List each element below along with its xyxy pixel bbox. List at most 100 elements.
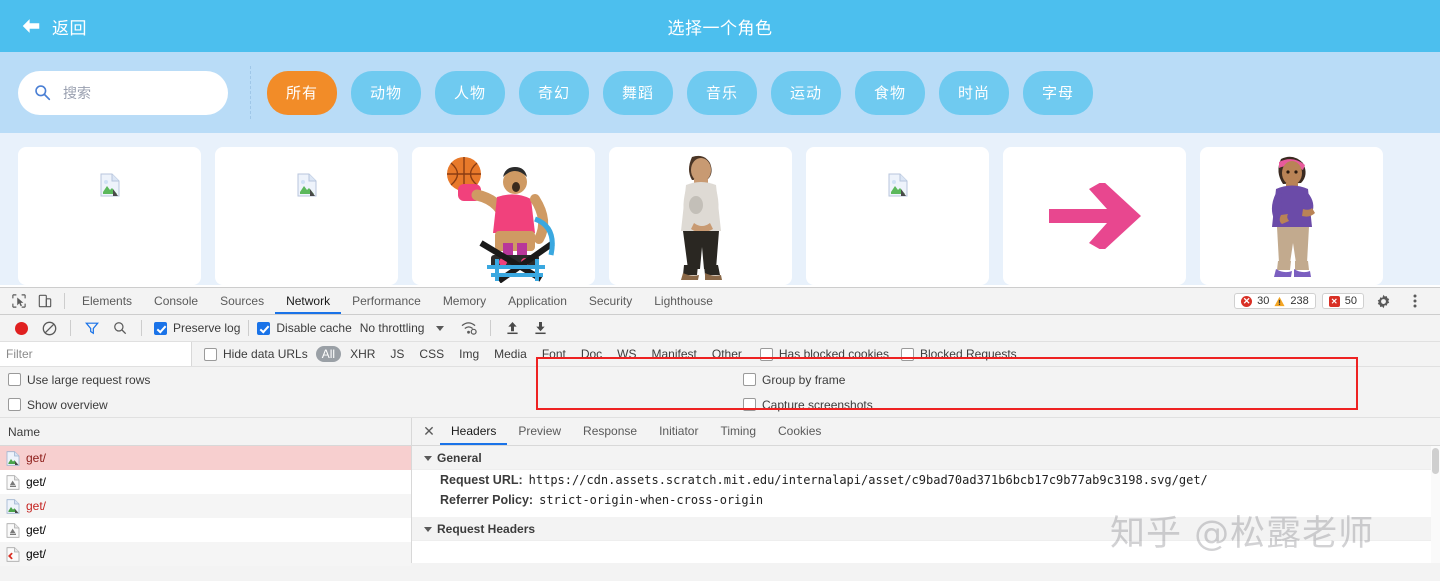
- category-pill-letters[interactable]: 字母: [1023, 70, 1093, 115]
- tab-performance[interactable]: Performance: [341, 288, 432, 314]
- category-pill-fantasy[interactable]: 奇幻: [519, 70, 589, 115]
- filter-input[interactable]: [0, 342, 192, 366]
- script-file-icon: [6, 522, 20, 538]
- category-pill-people[interactable]: 人物: [435, 70, 505, 115]
- record-button[interactable]: [8, 316, 34, 340]
- request-headers-section-header[interactable]: Request Headers: [412, 517, 1440, 541]
- category-pill-all[interactable]: 所有: [267, 70, 337, 115]
- filter-type-js[interactable]: JS: [384, 346, 410, 362]
- detail-tab-cookies[interactable]: Cookies: [767, 418, 832, 445]
- show-overview-checkbox[interactable]: Show overview: [8, 398, 108, 412]
- request-list-header[interactable]: Name: [0, 418, 411, 446]
- search-box[interactable]: [18, 70, 228, 115]
- filter-type-media[interactable]: Media: [488, 346, 533, 362]
- tab-memory[interactable]: Memory: [432, 288, 497, 314]
- tab-network[interactable]: Network: [275, 288, 341, 314]
- sprite-card[interactable]: [215, 147, 398, 285]
- table-row[interactable]: get/: [0, 518, 411, 542]
- sprite-card[interactable]: [609, 147, 792, 285]
- throttling-select[interactable]: No throttling: [360, 321, 425, 335]
- filter-type-xhr[interactable]: XHR: [344, 346, 381, 362]
- sprite-card[interactable]: [806, 147, 989, 285]
- table-row[interactable]: get/: [0, 470, 411, 494]
- preserve-log-checkbox[interactable]: Preserve log: [154, 321, 240, 335]
- resource-type-filters: All XHR JS CSS Img Media Font Doc WS Man…: [315, 346, 748, 362]
- tab-sources[interactable]: Sources: [209, 288, 275, 314]
- filter-toggle-button[interactable]: [79, 316, 105, 340]
- category-pill-music[interactable]: 音乐: [687, 70, 757, 115]
- category-label: 时尚: [957, 85, 990, 102]
- blocked-requests-label: Blocked Requests: [919, 347, 1017, 361]
- scrollbar-thumb[interactable]: [1432, 448, 1439, 474]
- chevron-down-icon[interactable]: [436, 325, 445, 331]
- option-row-1: Use large request rows Group by frame: [0, 367, 1440, 392]
- sprite-card[interactable]: [1200, 147, 1383, 285]
- issue-counters[interactable]: ✕ 30 238: [1234, 293, 1316, 309]
- tab-lighthouse[interactable]: Lighthouse: [643, 288, 724, 314]
- download-arrow-icon: [535, 321, 546, 335]
- disable-cache-checkbox[interactable]: Disable cache: [257, 321, 352, 335]
- sprite-card[interactable]: [1003, 147, 1186, 285]
- category-pill-fashion[interactable]: 时尚: [939, 70, 1009, 115]
- category-pill-dance[interactable]: 舞蹈: [603, 70, 673, 115]
- inspect-element-button[interactable]: [6, 289, 32, 313]
- request-name: get/: [26, 475, 47, 489]
- detail-tab-timing[interactable]: Timing: [709, 418, 767, 445]
- category-pill-sports[interactable]: 运动: [771, 70, 841, 115]
- sprite-card[interactable]: [18, 147, 201, 285]
- checkbox-box: [900, 347, 914, 361]
- category-pill-animals[interactable]: 动物: [351, 70, 421, 115]
- import-har-button[interactable]: [499, 316, 525, 340]
- checkbox-box: [204, 347, 217, 361]
- settings-button[interactable]: [1370, 289, 1396, 313]
- general-section-header[interactable]: General: [412, 446, 1440, 470]
- use-large-request-rows-checkbox[interactable]: Use large request rows: [8, 373, 150, 387]
- filter-type-other[interactable]: Other: [706, 346, 748, 362]
- tab-security[interactable]: Security: [578, 288, 643, 314]
- network-split-view: Name get/ get/ get/ get/ get/ ✕ Headers …: [0, 418, 1440, 566]
- use-large-request-rows-label: Use large request rows: [27, 372, 151, 387]
- capture-screenshots-checkbox[interactable]: Capture screenshots: [743, 398, 873, 412]
- network-conditions-button[interactable]: [456, 316, 482, 340]
- close-icon[interactable]: ✕: [418, 421, 440, 443]
- group-by-frame-checkbox[interactable]: Group by frame: [743, 373, 845, 387]
- clear-button[interactable]: [36, 316, 62, 340]
- filter-type-doc[interactable]: Doc: [575, 346, 608, 362]
- group-by-frame-label: Group by frame: [762, 372, 846, 387]
- more-options-button[interactable]: [1402, 289, 1428, 313]
- detail-tab-response[interactable]: Response: [572, 418, 648, 445]
- broken-image-icon: [100, 173, 119, 197]
- table-row[interactable]: get/: [0, 542, 411, 566]
- devtools-tabbar-right: ✕ 30 238 ✕ 50: [1234, 289, 1434, 313]
- sprite-grid: [0, 133, 1440, 285]
- filter-type-font[interactable]: Font: [536, 346, 572, 362]
- detail-tab-initiator[interactable]: Initiator: [648, 418, 709, 445]
- tab-application[interactable]: Application: [497, 288, 578, 314]
- table-row[interactable]: get/: [0, 494, 411, 518]
- search-input[interactable]: [63, 84, 212, 101]
- detail-scrollbar[interactable]: [1431, 446, 1440, 563]
- table-row[interactable]: get/: [0, 446, 411, 470]
- filter-type-img[interactable]: Img: [453, 346, 485, 362]
- violation-counter[interactable]: ✕ 50: [1321, 293, 1364, 309]
- filter-type-manifest[interactable]: Manifest: [646, 346, 703, 362]
- has-blocked-cookies-checkbox[interactable]: Has blocked cookies: [759, 347, 889, 361]
- hide-data-urls-checkbox[interactable]: Hide data URLs: [204, 347, 308, 361]
- export-har-button[interactable]: [527, 316, 553, 340]
- sprite-card[interactable]: [412, 147, 595, 285]
- search-button[interactable]: [107, 316, 133, 340]
- filter-type-ws[interactable]: WS: [611, 346, 642, 362]
- back-button[interactable]: 返回: [20, 14, 87, 39]
- blocked-requests-checkbox[interactable]: Blocked Requests: [900, 347, 1017, 361]
- device-toolbar-button[interactable]: [32, 289, 58, 313]
- tab-console[interactable]: Console: [143, 288, 209, 314]
- category-pill-food[interactable]: 食物: [855, 70, 925, 115]
- detail-tab-headers[interactable]: Headers: [440, 418, 507, 445]
- detail-tab-preview[interactable]: Preview: [507, 418, 572, 445]
- category-label: 所有: [285, 85, 318, 102]
- filter-type-all[interactable]: All: [315, 346, 342, 362]
- request-url-value[interactable]: https://cdn.assets.scratch.mit.edu/inter…: [529, 473, 1208, 487]
- referrer-policy-key: Referrer Policy:: [440, 493, 534, 507]
- tab-elements[interactable]: Elements: [71, 288, 143, 314]
- filter-type-css[interactable]: CSS: [413, 346, 450, 362]
